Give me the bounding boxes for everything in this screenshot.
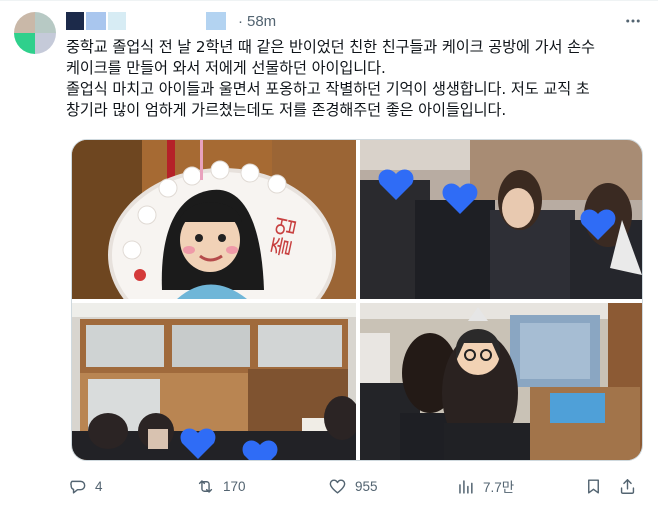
post-header: · 58m [66,9,276,33]
more-horizontal-icon [626,19,640,23]
timestamp[interactable]: 58m [247,13,276,30]
retweet-count: 170 [223,478,246,494]
share-button[interactable] [618,477,637,496]
avatar-pixel [14,12,35,33]
emoji-sticker [148,429,168,449]
top-divider [0,0,658,1]
reply-button[interactable]: 4 [68,477,103,496]
reply-bubble-icon [70,480,86,494]
retweet-arrows-icon [198,479,213,493]
blurred-display-name[interactable] [66,12,84,30]
separator-dot: · [238,12,243,30]
blurred-username [206,12,226,30]
post-actions: 4 170 955 7.7만 [62,472,648,500]
bar-chart-icon [459,479,473,494]
retweet-button[interactable]: 170 [196,477,246,496]
views-count: 7.7만 [483,480,515,495]
avatar[interactable] [14,12,56,54]
blurred-display-name [86,12,106,30]
views-button[interactable]: 7.7만 [456,476,514,496]
photo-cake[interactable]: 졸업 [72,140,356,299]
blurred-display-name [108,12,126,30]
photo-group-girls[interactable] [360,140,642,299]
photo-two-students[interactable] [360,303,642,460]
photo-classroom[interactable] [72,303,356,460]
post-body: 중학교 졸업식 전 날 2학년 때 같은 반이었던 친한 친구들과 케이크 공방… [66,38,595,119]
bookmark-button[interactable] [584,477,603,496]
more-options-button[interactable] [622,10,644,32]
bookmark-icon [588,478,599,494]
heart-icon [329,478,346,494]
avatar-pixel [35,33,56,54]
avatar-pixel [14,33,35,54]
like-button[interactable]: 955 [328,477,378,496]
media-grid: 졸업 [71,139,643,461]
reply-count: 4 [95,478,103,494]
avatar-pixel [35,12,56,33]
post-text: 중학교 졸업식 전 날 2학년 때 같은 반이었던 친한 친구들과 케이크 공방… [66,37,646,121]
like-count: 955 [355,478,378,494]
share-upload-icon [620,478,635,494]
